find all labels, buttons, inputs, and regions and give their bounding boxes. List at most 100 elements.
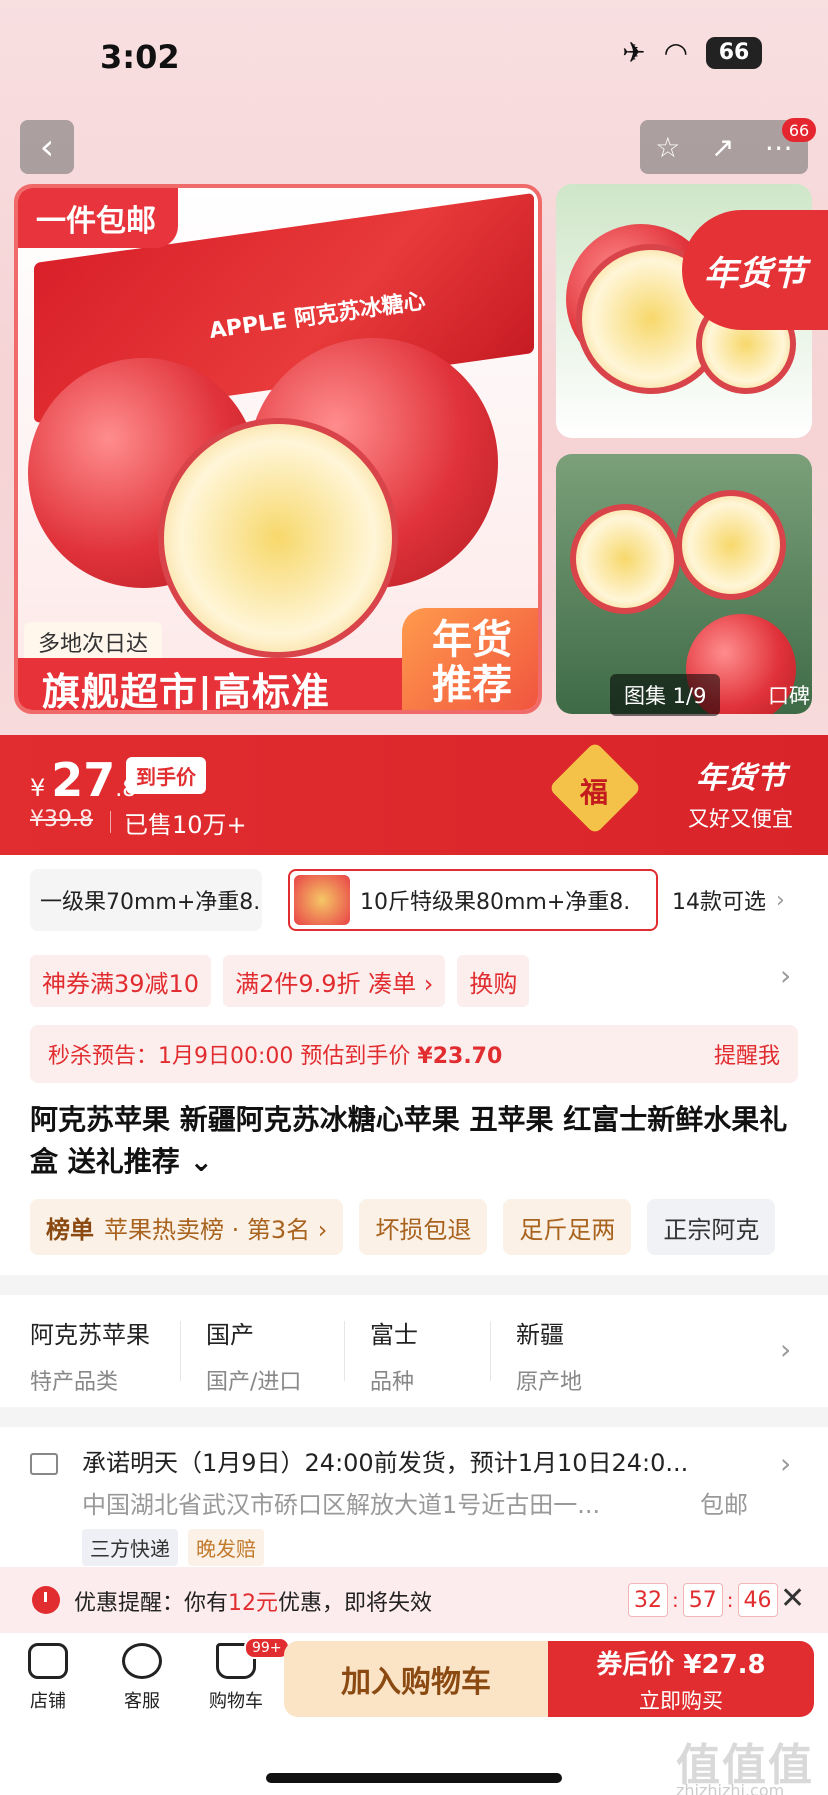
flash-sale-prefix: 秒杀预告：1月9日00:00 预估到手价 [48,1044,418,1069]
attribute-item: 阿克苏苹果 特产品类 [30,1315,150,1396]
gallery-counter[interactable]: 图集 1/9 [610,674,721,716]
sold-count: 已售10万+ [124,811,247,839]
price-bar: ¥ 27 .8 到手价 ¥39.8 已售10万+ 福 年货节 又好又便宜 [0,735,828,855]
store-label: 店铺 [30,1691,66,1712]
next-day-tag: 多地次日达 [24,622,163,662]
reminder-text: 优惠提醒：你有12元优惠，即将失效 [74,1585,432,1617]
battery-indicator: 66 [706,36,762,69]
chat-icon [122,1643,162,1679]
festival-subtitle: 又好又便宜 [688,807,793,831]
notification-badge: 66 [782,118,816,142]
flash-sale-text: 秒杀预告：1月9日00:00 预估到手价 ¥23.70 [48,1038,502,1070]
add-to-cart-button[interactable]: 加入购物车 [284,1641,548,1717]
ranking-value: 苹果热卖榜 · 第3名 › [104,1215,328,1244]
guarantee-tag[interactable]: 坏损包退 [359,1199,488,1255]
timer-colon: : [726,1588,734,1612]
service-label: 客服 [124,1691,160,1712]
attribute-value: 富士 [370,1321,418,1349]
timer-hours: 32 [628,1583,668,1617]
product-title[interactable]: 阿克苏苹果 新疆阿克苏冰糖心苹果 丑苹果 红富士新鲜水果礼盒 送礼推荐 ⌄ [30,1099,800,1183]
attribute-value: 新疆 [516,1321,564,1349]
festival-title: 年货节 [696,761,786,796]
attribute-value: 阿克苏苹果 [30,1321,150,1349]
timer-colon: : [672,1588,679,1612]
attribute-value: 国产 [206,1321,254,1349]
final-price-label: 到手价 [126,757,206,794]
buy-now-button[interactable]: 券后价 ¥27.8 立即购买 [548,1641,814,1717]
buy-now-label: 立即购买 [639,1688,723,1713]
divider [110,811,111,833]
original-price: ¥39.8 [30,807,93,832]
product-tags: 榜单 苹果热卖榜 · 第3名 › 坏损包退 足斤足两 正宗阿克 [30,1199,776,1255]
cart-badge: 99+ [244,1637,290,1659]
weight-tag[interactable]: 足斤足两 [503,1199,632,1255]
product-info: 一级果70mm+净重8. 10斤特级果80mm+净重8. 14款可选 › 神券满… [0,855,828,1275]
home-indicator [266,1773,562,1783]
chevron-right-icon: › [776,887,785,913]
coupon-item[interactable]: 神券满39减10 [30,955,212,1007]
courier-tag: 三方快递 [82,1529,178,1566]
ranking-label: 榜单 [46,1215,94,1244]
new-year-recommend-badge: 年货 推荐 [402,608,538,710]
store-icon [28,1643,68,1679]
apple-cut-image [570,504,680,614]
airplane-icon: ✈ [622,36,646,69]
main-product-image[interactable]: APPLE 阿克苏冰糖心 一件包邮 多地次日达 旗舰超市|高标准 年货 推荐 [14,184,542,714]
discount-reminder-bar: 优惠提醒：你有12元优惠，即将失效 32 : 57 : 46 ✕ [0,1567,828,1633]
clock-icon [32,1586,60,1614]
price-integer: 27 [51,753,116,807]
apple-cut-image [676,490,786,600]
review-link[interactable]: 口碑 [768,680,810,710]
cart-label: 购物车 [209,1691,263,1712]
customer-service-button[interactable]: 客服 [102,1643,182,1713]
truck-icon [30,1453,58,1475]
fu-character: 福 [580,776,609,809]
recommend-line1: 年货 [432,617,512,664]
attribute-key: 品种 [370,1370,415,1395]
apple-cut-image [158,418,398,658]
remind-me-button[interactable]: 提醒我 [714,1038,780,1070]
status-time: 3:02 [100,38,180,76]
chevron-right-icon: › [780,1333,792,1366]
attribute-item: 富士 品种 [370,1315,418,1396]
shipping-tags: 三方快递 晚发赔 [82,1529,264,1566]
share-icon[interactable]: ↗ [711,131,734,164]
shipping-panel[interactable]: 承诺明天（1月9日）24:00前发货，预计1月10日24:0... › 中国湖北… [0,1427,828,1567]
divider [490,1321,491,1381]
wifi-icon: ◠ [663,36,688,69]
sku-option-2-label: 10斤特级果80mm+净重8. [360,890,631,915]
gallery-bar: 图集 1/9 口碑 [610,674,810,716]
free-shipping-tag: 一件包邮 [18,188,178,248]
favorite-star-icon[interactable]: ☆ [655,131,680,164]
shipping-address: 中国湖北省武汉市硚口区解放大道1号近古田一... [82,1491,601,1519]
coupon-row: 神券满39减10 满2件9.9折 凑单 › 换购 [30,955,530,1007]
cart-button[interactable]: 99+ 购物车 [196,1637,290,1713]
chevron-right-icon[interactable]: › [780,959,791,992]
ranking-tag[interactable]: 榜单 苹果热卖榜 · 第3名 › [30,1199,344,1255]
sku-more-options[interactable]: 14款可选 › [672,869,785,931]
close-icon[interactable]: ✕ [780,1581,805,1616]
timer-seconds: 46 [737,1583,778,1617]
divider [344,1321,345,1381]
attribute-key: 特产品类 [30,1370,119,1395]
attribute-panel[interactable]: 阿克苏苹果 特产品类 国产 国产/进口 富士 品种 新疆 原产地 › [0,1295,828,1407]
flash-sale-price: ¥23.70 [417,1044,503,1069]
chevron-right-icon: › [780,1447,792,1480]
authentic-tag[interactable]: 正宗阿克 [647,1199,776,1255]
coupon-item[interactable]: 满2件9.9折 凑单 › [223,955,446,1007]
attribute-item: 新疆 原产地 [516,1315,582,1396]
reminder-prefix: 优惠提醒：你有 [74,1591,229,1616]
chevron-left-icon: ‹ [39,126,55,168]
sku-thumbnail [294,875,350,925]
flagship-banner: 旗舰超市|高标准 [18,658,408,710]
store-button[interactable]: 店铺 [8,1643,88,1713]
coupon-item[interactable]: 换购 [457,955,530,1007]
bottom-action-bar: 店铺 客服 99+ 购物车 加入购物车 券后价 ¥27.8 立即购买 值值值 z… [0,1633,828,1795]
sku-option-2[interactable]: 10斤特级果80mm+净重8. [288,869,658,931]
buy-price: 券后价 ¥27.8 [596,1649,766,1680]
recommend-line2: 推荐 [432,662,512,708]
sku-option-1[interactable]: 一级果70mm+净重8. [30,869,262,931]
watermark-url: zhizhizhi.com [676,1781,785,1795]
sku-more-label: 14款可选 [672,890,766,915]
back-button[interactable]: ‹ [20,120,74,174]
